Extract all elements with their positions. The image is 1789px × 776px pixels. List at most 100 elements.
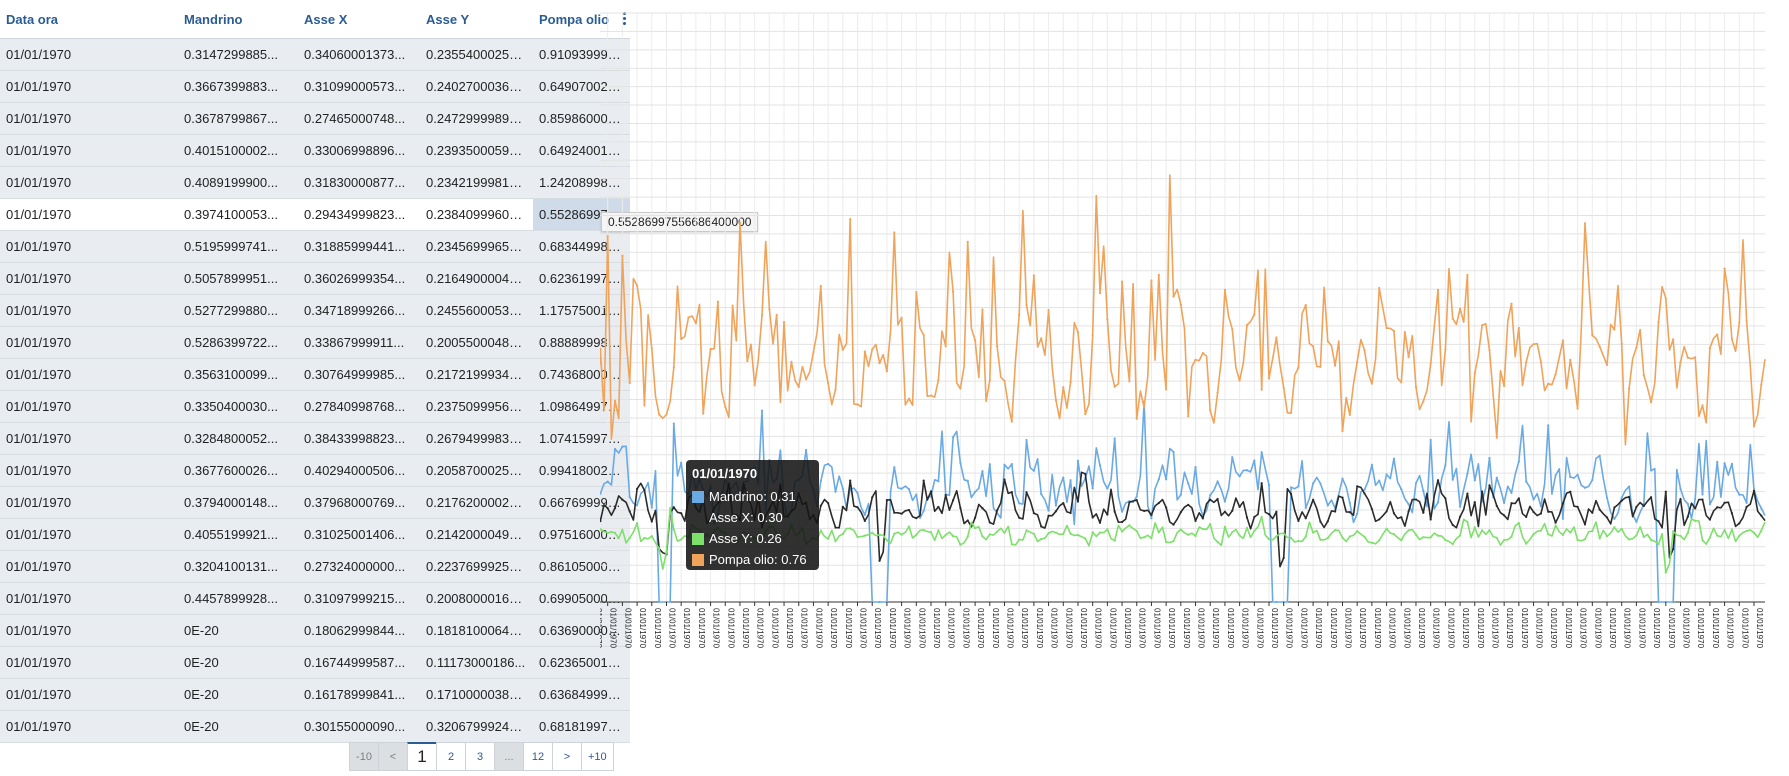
cell-asse-x[interactable]: 0.31830000877... bbox=[298, 166, 420, 199]
cell-asse-y[interactable]: 0.21649000048... bbox=[420, 262, 533, 295]
cell-asse-y[interactable]: 0.18181000649... bbox=[420, 614, 533, 647]
cell-asse-y[interactable]: 0.23421999812... bbox=[420, 166, 533, 199]
cell-asse-y[interactable]: 0.21420000493... bbox=[420, 518, 533, 551]
cell-asse-x[interactable]: 0.34718999266... bbox=[298, 294, 420, 327]
cell-asse-y[interactable]: 0.20080000162... bbox=[420, 582, 533, 615]
table-row[interactable]: 01/01/1970 0.4055199921... 0.31025001406..… bbox=[0, 518, 630, 551]
table-row[interactable]: 01/01/1970 0E-20 0.16744999587... 0.1117300… bbox=[0, 646, 630, 679]
cell-date[interactable]: 01/01/1970 bbox=[0, 678, 178, 711]
cell-mandrino[interactable]: 0.5277299880... bbox=[178, 294, 298, 327]
cell-mandrino[interactable]: 0.4055199921... bbox=[178, 518, 298, 551]
cell-asse-x[interactable]: 0.31885999441... bbox=[298, 230, 420, 263]
cell-asse-x[interactable]: 0.16744999587... bbox=[298, 646, 420, 679]
cell-date[interactable]: 01/01/1970 bbox=[0, 486, 178, 519]
cell-mandrino[interactable]: 0E-20 bbox=[178, 678, 298, 711]
table-row[interactable]: 01/01/1970 0.5277299880... 0.34718999266..… bbox=[0, 294, 630, 327]
cell-asse-x[interactable]: 0.33867999911... bbox=[298, 326, 420, 359]
cell-date[interactable]: 01/01/1970 bbox=[0, 38, 178, 71]
table-row[interactable]: 01/01/1970 0.4457899928... 0.31097999215..… bbox=[0, 582, 630, 615]
table-row[interactable]: 01/01/1970 0.4015100002... 0.33006998896..… bbox=[0, 134, 630, 167]
cell-asse-y[interactable]: 0.22376999258... bbox=[420, 550, 533, 583]
cell-asse-y[interactable]: 0.23935000598... bbox=[420, 134, 533, 167]
table-row[interactable]: 01/01/1970 0.3678799867... 0.27465000748..… bbox=[0, 102, 630, 135]
cell-asse-x[interactable]: 0.27324000000... bbox=[298, 550, 420, 583]
cell-mandrino[interactable]: 0.3204100131... bbox=[178, 550, 298, 583]
cell-mandrino[interactable]: 0.4015100002... bbox=[178, 134, 298, 167]
cell-date[interactable]: 01/01/1970 bbox=[0, 390, 178, 423]
cell-asse-x[interactable]: 0.27465000748... bbox=[298, 102, 420, 135]
table-row[interactable]: 01/01/1970 0.3974100053... 0.29434999823..… bbox=[0, 198, 630, 231]
cell-date[interactable]: 01/01/1970 bbox=[0, 230, 178, 263]
cell-asse-x[interactable]: 0.31025001406... bbox=[298, 518, 420, 551]
table-row[interactable]: 01/01/1970 0.3284800052... 0.38433998823..… bbox=[0, 422, 630, 455]
cell-asse-y[interactable]: 0.23554000258... bbox=[420, 38, 533, 71]
cell-date[interactable]: 01/01/1970 bbox=[0, 646, 178, 679]
column-header-date[interactable]: Data ora bbox=[0, 0, 178, 39]
cell-asse-x[interactable]: 0.30764999985... bbox=[298, 358, 420, 391]
cell-mandrino[interactable]: 0.3284800052... bbox=[178, 422, 298, 455]
cell-asse-y[interactable]: 0.21721999347... bbox=[420, 358, 533, 391]
cell-mandrino[interactable]: 0.3974100053... bbox=[178, 198, 298, 231]
table-row[interactable]: 01/01/1970 0.3794000148... 0.37968000769..… bbox=[0, 486, 630, 519]
cell-date[interactable]: 01/01/1970 bbox=[0, 102, 178, 135]
pager-next-button[interactable]: > bbox=[552, 742, 582, 771]
cell-asse-y[interactable]: 0.23456999659... bbox=[420, 230, 533, 263]
cell-date[interactable]: 01/01/1970 bbox=[0, 710, 178, 743]
column-header-asse-y[interactable]: Asse Y bbox=[420, 0, 533, 39]
cell-asse-x[interactable]: 0.40294000506... bbox=[298, 454, 420, 487]
cell-asse-y[interactable]: 0.26794999837... bbox=[420, 422, 533, 455]
cell-mandrino[interactable]: 0E-20 bbox=[178, 614, 298, 647]
table-row[interactable]: 01/01/1970 0.3667399883... 0.31099000573..… bbox=[0, 70, 630, 103]
cell-date[interactable]: 01/01/1970 bbox=[0, 582, 178, 615]
cell-date[interactable]: 01/01/1970 bbox=[0, 454, 178, 487]
cell-asse-x[interactable]: 0.30155000090... bbox=[298, 710, 420, 743]
table-row[interactable]: 01/01/1970 0.5195999741... 0.31885999441..… bbox=[0, 230, 630, 263]
cell-mandrino[interactable]: 0.4457899928... bbox=[178, 582, 298, 615]
cell-asse-x[interactable]: 0.33006998896... bbox=[298, 134, 420, 167]
cell-date[interactable]: 01/01/1970 bbox=[0, 294, 178, 327]
table-row[interactable]: 01/01/1970 0.3563100099... 0.30764999985..… bbox=[0, 358, 630, 391]
cell-date[interactable]: 01/01/1970 bbox=[0, 518, 178, 551]
table-row[interactable]: 01/01/1970 0.5286399722... 0.33867999911..… bbox=[0, 326, 630, 359]
cell-asse-y[interactable]: 0.24729999899... bbox=[420, 102, 533, 135]
cell-date[interactable]: 01/01/1970 bbox=[0, 262, 178, 295]
cell-asse-x[interactable]: 0.31097999215... bbox=[298, 582, 420, 615]
cell-asse-x[interactable]: 0.29434999823... bbox=[298, 198, 420, 231]
cell-mandrino[interactable]: 0.5195999741... bbox=[178, 230, 298, 263]
pager-page-1[interactable]: 1 bbox=[407, 742, 437, 771]
cell-date[interactable]: 01/01/1970 bbox=[0, 358, 178, 391]
cell-asse-x[interactable]: 0.38433998823... bbox=[298, 422, 420, 455]
table-row[interactable]: 01/01/1970 0.3147299885... 0.34060001373..… bbox=[0, 38, 630, 71]
cell-mandrino[interactable]: 0.3794000148... bbox=[178, 486, 298, 519]
cell-asse-x[interactable]: 0.18062999844... bbox=[298, 614, 420, 647]
cell-mandrino[interactable]: 0.3677600026... bbox=[178, 454, 298, 487]
table-row[interactable]: 01/01/1970 0E-20 0.18062999844... 0.1818100… bbox=[0, 614, 630, 647]
cell-asse-y[interactable]: 0.20055000483... bbox=[420, 326, 533, 359]
cell-asse-x[interactable]: 0.36026999354... bbox=[298, 262, 420, 295]
cell-asse-x[interactable]: 0.34060001373... bbox=[298, 38, 420, 71]
table-row[interactable]: 01/01/1970 0.4089199900... 0.31830000877..… bbox=[0, 166, 630, 199]
cell-asse-y[interactable]: 0.17100000381... bbox=[420, 678, 533, 711]
pager-page-12[interactable]: 12 bbox=[523, 742, 553, 771]
cell-asse-y[interactable]: 0.23750999569... bbox=[420, 390, 533, 423]
cell-asse-y[interactable]: 0.11173000186... bbox=[420, 646, 533, 679]
cell-asse-x[interactable]: 0.27840998768... bbox=[298, 390, 420, 423]
cell-mandrino[interactable]: 0.5057899951... bbox=[178, 262, 298, 295]
cell-mandrino[interactable]: 0.3563100099... bbox=[178, 358, 298, 391]
cell-date[interactable]: 01/01/1970 bbox=[0, 550, 178, 583]
cell-mandrino[interactable]: 0.5286399722... bbox=[178, 326, 298, 359]
cell-asse-y[interactable]: 0.23840999603... bbox=[420, 198, 533, 231]
cell-asse-x[interactable]: 0.16178999841... bbox=[298, 678, 420, 711]
cell-mandrino[interactable]: 0.3678799867... bbox=[178, 102, 298, 135]
cell-asse-x[interactable]: 0.31099000573... bbox=[298, 70, 420, 103]
pager-page-3[interactable]: 3 bbox=[465, 742, 495, 771]
table-row[interactable]: 01/01/1970 0.3350400030... 0.27840998768..… bbox=[0, 390, 630, 423]
cell-date[interactable]: 01/01/1970 bbox=[0, 134, 178, 167]
cell-date[interactable]: 01/01/1970 bbox=[0, 614, 178, 647]
table-row[interactable]: 01/01/1970 0E-20 0.16178999841... 0.1710000… bbox=[0, 678, 630, 711]
column-header-asse-x[interactable]: Asse X bbox=[298, 0, 420, 39]
cell-asse-x[interactable]: 0.37968000769... bbox=[298, 486, 420, 519]
cell-date[interactable]: 01/01/1970 bbox=[0, 326, 178, 359]
table-row[interactable]: 01/01/1970 0.3677600026... 0.40294000506..… bbox=[0, 454, 630, 487]
cell-mandrino[interactable]: 0E-20 bbox=[178, 646, 298, 679]
